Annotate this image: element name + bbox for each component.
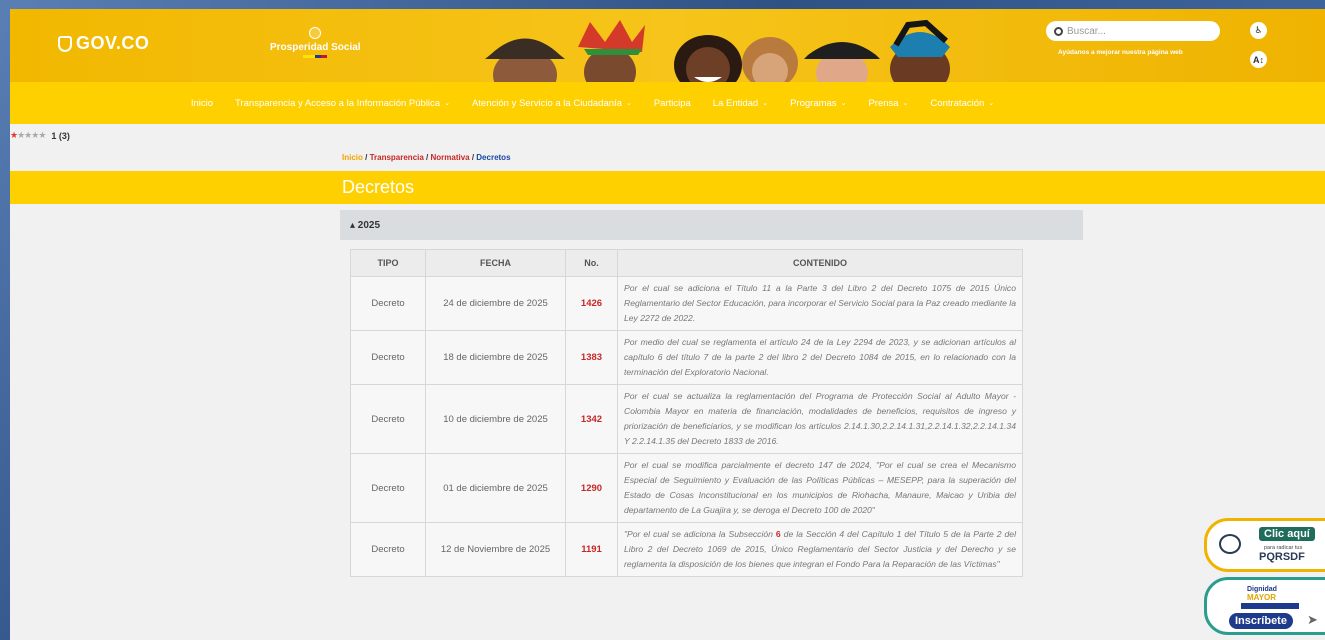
search-input[interactable]: Buscar... <box>1046 21 1220 41</box>
browser-page: GOV.CO Prosperidad Social Buscar... Ayúd… <box>10 9 1325 640</box>
cell-fecha: 18 de diciembre de 2025 <box>425 330 566 385</box>
chevron-down-icon: ⌄ <box>762 100 769 107</box>
pqrsdf-code: PQRSDF <box>1259 551 1305 563</box>
nav-item-transparencia[interactable]: Transparencia y Acceso a la Información … <box>235 98 450 109</box>
table-row: Decreto 12 de Noviembre de 2025 1191 "Po… <box>350 522 1023 577</box>
gov-logo-text: GOV.CO <box>76 33 150 53</box>
table-row: Decreto 10 de diciembre de 2025 1342 Por… <box>350 384 1023 454</box>
colombia-flag-stripe <box>303 55 328 58</box>
breadcrumb: Inicio / Transparencia / Normativa / Dec… <box>342 153 511 162</box>
header-people-banner <box>485 19 950 82</box>
cell-fecha: 10 de diciembre de 2025 <box>425 384 566 454</box>
inscribete-button[interactable]: Inscríbete <box>1229 613 1293 629</box>
page-title: Decretos <box>342 177 415 197</box>
nav-item-atencion[interactable]: Atención y Servicio a la Ciudadanía ⌄ <box>472 98 632 109</box>
chevron-down-icon: ⌄ <box>840 100 847 107</box>
accessibility-icon[interactable]: ♿ <box>1250 22 1267 39</box>
decree-number-link[interactable]: 1383 <box>565 330 618 385</box>
cell-tipo: Decreto <box>350 522 426 577</box>
breadcrumb-current: Decretos <box>476 153 511 162</box>
cell-contenido: Por el cual se actualiza la reglamentaci… <box>617 384 1023 454</box>
site-header: GOV.CO Prosperidad Social Buscar... Ayúd… <box>10 9 1325 82</box>
coat-of-arms-icon <box>309 27 322 39</box>
rating-stars[interactable]: ★★★★★ <box>10 130 46 141</box>
decree-number-link[interactable]: 1191 <box>565 522 618 577</box>
star-icon[interactable]: ★ <box>38 130 46 140</box>
cell-contenido: Por el cual se modifica parcialmente el … <box>617 453 1023 523</box>
prosperidad-social-logo[interactable]: Prosperidad Social <box>270 27 361 58</box>
pqrsdf-button-label: Clic aquí <box>1259 527 1315 541</box>
pointer-cursor-icon: ➤ <box>1307 612 1318 627</box>
chat-bubble-icon <box>1219 534 1241 554</box>
decree-number-link[interactable]: 1426 <box>565 276 618 331</box>
table-header-row: TIPO FECHA No. CONTENIDO <box>350 249 1023 277</box>
chevron-down-icon: ⌄ <box>444 100 450 107</box>
gov-co-logo[interactable]: GOV.CO <box>58 33 149 54</box>
chevron-down-icon: ⌄ <box>902 100 909 107</box>
search-icon <box>1054 26 1063 36</box>
search-placeholder: Buscar... <box>1067 25 1106 37</box>
cell-tipo: Decreto <box>350 384 426 454</box>
title-band: Decretos <box>10 171 1325 204</box>
nav-item-inicio[interactable]: Inicio <box>191 98 213 109</box>
breadcrumb-home[interactable]: Inicio <box>342 153 363 162</box>
breadcrumb-transparencia[interactable]: Transparencia <box>370 153 424 162</box>
page-rating[interactable]: ★★★★★ 1 (3) <box>10 130 70 141</box>
nav-item-programas[interactable]: Programas ⌄ <box>790 98 846 109</box>
nav-item-participa[interactable]: Participa <box>654 98 691 109</box>
cell-tipo: Decreto <box>350 453 426 523</box>
year-accordion-2025[interactable]: ▴ 2025 <box>340 210 1083 240</box>
dignidad-band <box>1241 603 1299 609</box>
cell-contenido: Por el cual se adiciona el Título 11 a l… <box>617 276 1023 331</box>
breadcrumb-normativa[interactable]: Normativa <box>430 153 469 162</box>
column-header-fecha: FECHA <box>425 249 566 277</box>
cell-fecha: 01 de diciembre de 2025 <box>425 453 566 523</box>
rating-count: 1 (3) <box>51 130 70 141</box>
dignidad-title: Dignidad <box>1247 586 1277 593</box>
cell-fecha: 12 de Noviembre de 2025 <box>425 522 566 577</box>
column-header-numero: No. <box>565 249 618 277</box>
decree-number-link[interactable]: 1290 <box>565 453 618 523</box>
cell-contenido: "Por el cual se adiciona la Subsección 6… <box>617 522 1023 577</box>
column-header-tipo: TIPO <box>350 249 426 277</box>
agency-logo-text: Prosperidad Social <box>270 42 361 53</box>
table-row: Decreto 18 de diciembre de 2025 1383 Por… <box>350 330 1023 385</box>
nav-item-contratacion[interactable]: Contratación ⌄ <box>930 98 994 109</box>
cell-tipo: Decreto <box>350 330 426 385</box>
cell-contenido: Por medio del cual se reglamenta el artí… <box>617 330 1023 385</box>
table-row: Decreto 24 de diciembre de 2025 1426 Por… <box>350 276 1023 331</box>
gov-shield-icon <box>58 35 72 52</box>
pqrsdf-widget[interactable]: Clic aquí para radicar tus PQRSDF <box>1204 518 1325 572</box>
feedback-link[interactable]: Ayúdanos a mejorar nuestra página web <box>1058 49 1183 56</box>
cell-tipo: Decreto <box>350 276 426 331</box>
decrees-table: TIPO FECHA No. CONTENIDO Decreto 24 de d… <box>350 249 1023 577</box>
text-size-icon[interactable]: A↕ <box>1250 51 1267 68</box>
cell-fecha: 24 de diciembre de 2025 <box>425 276 566 331</box>
nav-item-la-entidad[interactable]: La Entidad ⌄ <box>713 98 768 109</box>
dignidad-mayor-widget[interactable]: Dignidad MAYOR Inscríbete ➤ <box>1204 577 1325 635</box>
chevron-down-icon: ⌄ <box>625 100 632 107</box>
mayor-title: MAYOR <box>1247 593 1277 602</box>
nav-item-prensa[interactable]: Prensa ⌄ <box>868 98 908 109</box>
column-header-contenido: CONTENIDO <box>617 249 1023 277</box>
decree-number-link[interactable]: 1342 <box>565 384 618 454</box>
table-row: Decreto 01 de diciembre de 2025 1290 Por… <box>350 453 1023 523</box>
chevron-down-icon: ⌄ <box>988 100 995 107</box>
main-navigation: Inicio Transparencia y Acceso a la Infor… <box>10 82 1325 124</box>
